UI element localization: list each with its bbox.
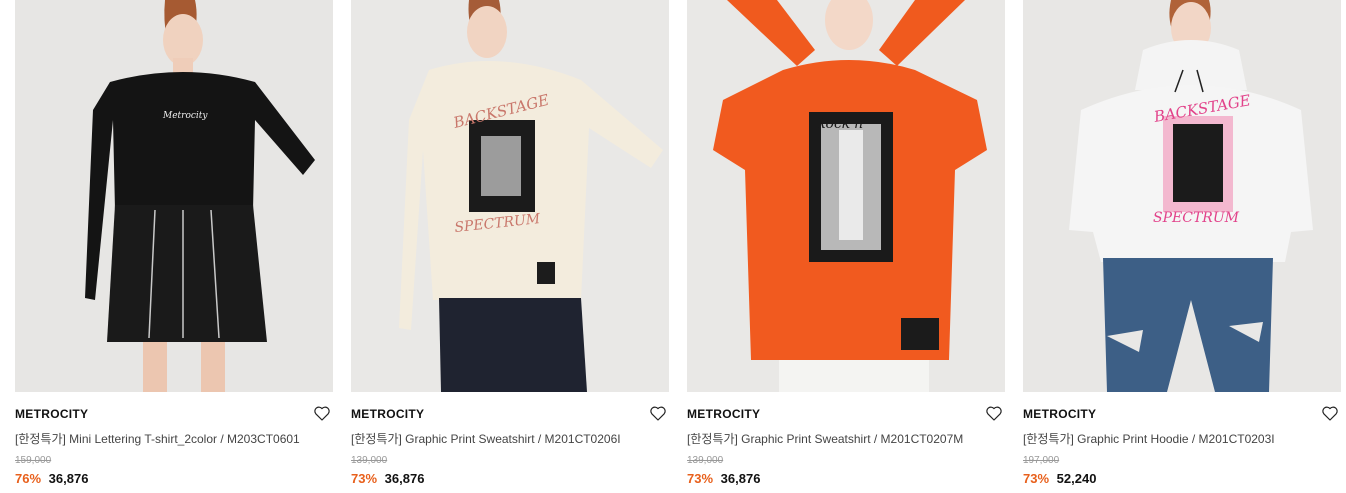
svg-text:SPECTRUM: SPECTRUM (1153, 210, 1240, 226)
price-row: 73% 36,876 (687, 471, 760, 486)
product-card: BACKSTAGE SPECTRUM METROCITY [한정특가] Grap… (351, 0, 669, 493)
model-photo-white-hoodie: BACKSTAGE SPECTRUM (1023, 0, 1341, 392)
product-title[interactable]: [한정특가] Graphic Print Sweatshirt / M201CT… (687, 430, 1005, 447)
product-image[interactable]: BACKSTAGE SPECTRUM (351, 0, 669, 392)
heart-outline-icon[interactable] (985, 404, 1003, 422)
sale-price: 36,876 (720, 471, 761, 486)
sale-price: 36,876 (48, 471, 89, 486)
sale-price: 52,240 (1056, 471, 1097, 486)
product-card: Metrocity METROCITY [한정특가] Mini Letterin… (15, 0, 333, 493)
discount-rate: 73% (687, 471, 714, 486)
heart-outline-icon[interactable] (1321, 404, 1339, 422)
product-brand[interactable]: METROCITY (351, 407, 424, 421)
product-title[interactable]: [한정특가] Graphic Print Sweatshirt / M201CT… (351, 430, 669, 447)
product-brand[interactable]: METROCITY (15, 407, 88, 421)
sale-price: 36,876 (384, 471, 425, 486)
product-image[interactable]: BACKSTAGE SPECTRUM (1023, 0, 1341, 392)
discount-rate: 76% (15, 471, 42, 486)
discount-rate: 73% (1023, 471, 1050, 486)
price-row: 73% 52,240 (1023, 471, 1096, 486)
svg-text:Metrocity: Metrocity (162, 111, 208, 121)
product-brand[interactable]: METROCITY (1023, 407, 1096, 421)
product-image[interactable]: Metrocity (15, 0, 333, 392)
svg-text:Rock'n: Rock'n (814, 116, 863, 132)
model-photo-orange-sweatshirt: Rock'n (687, 0, 1005, 392)
product-image[interactable]: Rock'n (687, 0, 1005, 392)
heart-outline-icon[interactable] (649, 404, 667, 422)
product-title[interactable]: [한정특가] Mini Lettering T-shirt_2color / M… (15, 430, 333, 447)
product-brand[interactable]: METROCITY (687, 407, 760, 421)
original-price: 159,000 (15, 455, 52, 466)
price-row: 76% 36,876 (15, 471, 88, 486)
product-grid: Metrocity METROCITY [한정특가] Mini Letterin… (0, 0, 1346, 493)
original-price: 139,000 (687, 455, 724, 466)
discount-rate: 73% (351, 471, 378, 486)
product-card: BACKSTAGE SPECTRUM METROCITY [한정특가] Grap… (1023, 0, 1341, 493)
price-row: 73% 36,876 (351, 471, 424, 486)
product-title[interactable]: [한정특가] Graphic Print Hoodie / M201CT0203… (1023, 430, 1341, 447)
model-photo-black-tshirt: Metrocity (15, 0, 333, 392)
original-price: 197,000 (1023, 455, 1060, 466)
product-card: Rock'n METROCITY [한정특가] Graphic Print Sw… (687, 0, 1005, 493)
original-price: 139,000 (351, 455, 388, 466)
heart-outline-icon[interactable] (313, 404, 331, 422)
model-photo-cream-sweatshirt: BACKSTAGE SPECTRUM (351, 0, 669, 392)
